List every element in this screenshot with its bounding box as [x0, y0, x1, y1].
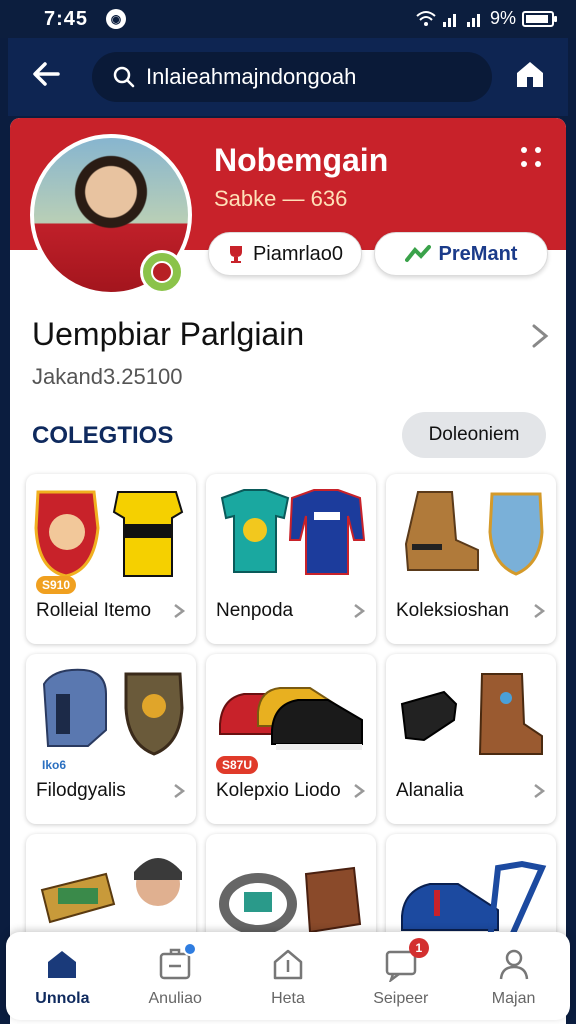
signal-icon: [442, 13, 456, 27]
notification-count-badge: 1: [408, 938, 429, 958]
collection-card[interactable]: Nenpoda: [206, 474, 376, 644]
premium-icon: [404, 245, 431, 262]
info-subtitle: Jakand3.25100: [32, 364, 183, 389]
card-label: Koleksioshan: [396, 600, 510, 621]
status-time: 7:45: [44, 8, 89, 30]
battery-icon: [522, 10, 557, 27]
card-label: Kolepxio Liodo: [216, 780, 341, 801]
chevron-right-icon: [532, 324, 549, 348]
nav-item-messages[interactable]: 1 Seipeer: [344, 932, 457, 1020]
nav-label: Anuliao: [148, 990, 202, 1007]
search-query: Inlaieahmajndongoah: [146, 64, 357, 89]
signal-2-icon: [466, 13, 480, 27]
app-bar: Inlaieahmajndongoah: [8, 38, 568, 116]
nav-item-heta[interactable]: Heta: [232, 932, 345, 1020]
nav-label: Majan: [491, 990, 536, 1007]
main-content: Nobemgain Sabke — 636 Piamrlao0 PreMant …: [10, 118, 566, 1024]
team-badge-icon: [140, 250, 184, 294]
nav-icon-wrap: [157, 942, 198, 982]
collection-card[interactable]: Koleksioshan: [386, 474, 556, 644]
profile-name: Nobemgain: [214, 142, 389, 178]
jersey-art-icon: [34, 490, 184, 578]
wifi-icon: [416, 10, 436, 26]
membership-pill[interactable]: Piamrlao0: [208, 232, 362, 276]
collection-card[interactable]: Iko6 Filodgyalis: [26, 654, 196, 824]
nav-item-profile[interactable]: Majan: [457, 932, 570, 1020]
collection-card[interactable]: Alanalia: [386, 654, 556, 824]
nav-item-home[interactable]: Unnola: [6, 932, 119, 1020]
card-label: Alanalia: [396, 780, 464, 801]
sneakers-art-icon: [219, 687, 363, 750]
more-options-icon[interactable]: [518, 144, 544, 170]
card-label: Filodgyalis: [36, 780, 126, 801]
boot-art-icon: [404, 491, 544, 576]
shirts-art-icon: [220, 489, 366, 575]
chevron-right-icon: [354, 784, 366, 798]
premium-pill[interactable]: PreMant: [374, 232, 548, 276]
bracelet-art-icon: [219, 866, 362, 935]
gloves-art-icon: [400, 673, 543, 755]
home-icon[interactable]: [512, 56, 548, 92]
hammer-art-icon: [40, 858, 182, 924]
section-title: COLEGTIOS: [32, 422, 174, 449]
card-label: Nenpoda: [216, 600, 294, 621]
nav-item-box[interactable]: Anuliao: [119, 932, 232, 1020]
helmet-art-icon: [42, 668, 184, 756]
notification-dot: [183, 942, 198, 956]
bottom-nav: Unnola Anuliao Heta 1 Seipeer Majan: [6, 932, 570, 1020]
section-action-button[interactable]: Doleoniem: [402, 412, 546, 458]
card-label: Rolleial Itemo: [36, 600, 152, 621]
status-bar: 7:45 ◉ 9%: [0, 0, 576, 38]
profile-info-row[interactable]: Uempbiar Parlgiain Jakand3.25100: [32, 316, 552, 396]
card-badge: S910: [36, 576, 77, 594]
profile-subtitle: Sabke — 636: [214, 186, 348, 211]
chevron-right-icon: [174, 784, 186, 798]
premium-pill-label: PreMant: [438, 242, 518, 265]
card-badge: S87U: [216, 756, 259, 774]
search-icon: [113, 66, 135, 88]
chevron-right-icon: [534, 784, 546, 798]
person-icon: [499, 949, 528, 980]
shoe-art-icon: [401, 860, 547, 940]
back-arrow-icon[interactable]: [28, 56, 64, 92]
chevron-right-icon: [534, 604, 546, 618]
battery-percent: 9%: [489, 8, 516, 28]
collection-card[interactable]: S910 Rolleial Itemo: [26, 474, 196, 644]
home-icon: [48, 951, 77, 978]
nav-label: Heta: [271, 990, 305, 1007]
card-badge: Iko6: [42, 758, 67, 772]
nav-icon-wrap: 1: [383, 938, 429, 984]
status-indicators: 9%: [416, 8, 557, 29]
membership-pill-label: Piamrlao0: [252, 242, 344, 265]
house-outline-icon: [273, 949, 303, 980]
chevron-right-icon: [174, 604, 186, 618]
collection-card[interactable]: S87U Kolepxio Liodo: [206, 654, 376, 824]
chevron-right-icon: [354, 604, 366, 618]
search-input[interactable]: Inlaieahmajndongoah: [92, 52, 492, 102]
nav-label: Seipeer: [373, 990, 429, 1007]
trophy-icon: [229, 246, 242, 263]
info-title: Uempbiar Parlgiain: [32, 316, 305, 352]
nav-label: Unnola: [35, 990, 90, 1007]
notification-app-icon: ◉: [106, 9, 126, 29]
